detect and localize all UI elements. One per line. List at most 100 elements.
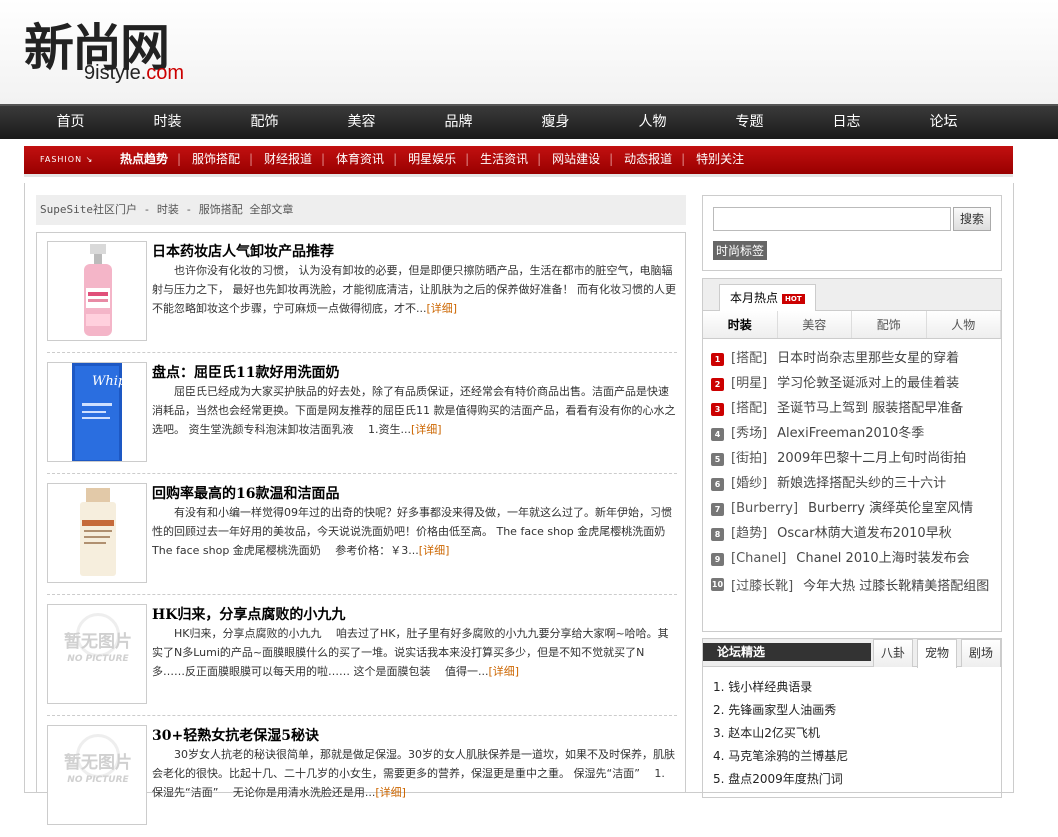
hot-list: 1 [搭配] 日本时尚杂志里那些女星的穿着 2 [明星] 学习伦敦圣诞派对上的最佳着装 … (709, 349, 999, 599)
article-summary: 也许你没有化妆的习惯， 认为没有卸妆的必要，但是即便只擦防晒产品，生活在都市的脏… (152, 261, 677, 318)
hot-list-item[interactable]: 6 [婚纱] 新娘选择搭配头纱的三十六计 (709, 474, 999, 499)
article-title[interactable]: HK归来，分享点腐败的小九九 (152, 604, 345, 624)
read-more-link[interactable]: [详细] (419, 544, 450, 557)
article-summary-text: 有没有和小编一样觉得09年过的出奇的快呢？好多事都没来得及做，一年就这么过了。新… (152, 506, 677, 557)
fashion-label: FASHION ↘ (40, 155, 94, 164)
sub-nav-item[interactable]: 体育资讯 (321, 146, 396, 173)
article-item: 暂无图片 NO PICTURE 30+轻熟女抗老保湿5秘诀 30岁女人抗老的秘诀… (47, 717, 677, 837)
article-item: Whip 盘点：屈臣氏11款好用洗面奶 屈臣氏已经成为大家买护肤品的好去处，除了… (47, 354, 677, 474)
main-nav-item-blog[interactable]: 日志 (798, 106, 895, 139)
no-picture-cn: 暂无图片 (64, 632, 132, 652)
hot-list-item[interactable]: 7 [Burberry] Burberry 演绎英伦皇室风情 (709, 499, 999, 524)
hot-list-item[interactable]: 4 [秀场] AlexiFreeman2010冬季 (709, 424, 999, 449)
face-wash-tube-image: Whip (72, 363, 127, 461)
hot-category-tabs: 时装 美容 配饰 人物 (703, 311, 1001, 339)
rank-badge: 6 (711, 478, 724, 491)
rank-badge: 4 (711, 428, 724, 441)
read-more-link[interactable]: [详细] (375, 786, 406, 799)
search-panel: 搜索 时尚标签 (702, 195, 1002, 271)
sub-nav-item[interactable]: 服饰搭配 (177, 146, 252, 173)
hot-item-tag: [搭配] (731, 401, 768, 416)
main-nav-item-home[interactable]: 首页 (22, 106, 119, 139)
article-summary: 30岁女人抗老的秘诀很简单，那就是做足保湿。30岁的女人肌肤保养是一道坎，如果不… (152, 745, 677, 802)
article-thumbnail[interactable] (47, 241, 147, 341)
read-more-link[interactable]: [详细] (488, 665, 519, 678)
rank-badge: 7 (711, 503, 724, 516)
article-thumbnail[interactable] (47, 483, 147, 583)
main-nav-item-topics[interactable]: 专题 (701, 106, 798, 139)
main-nav-item-beauty[interactable]: 美容 (313, 106, 410, 139)
forum-list-item[interactable]: 3. 赵本山2亿买飞机 (713, 725, 848, 748)
cleanser-bottle-image (80, 488, 116, 576)
hot-item-tag: [婚纱] (731, 476, 768, 491)
search-input[interactable] (713, 207, 951, 231)
main-nav-item-fashion[interactable]: 时装 (119, 106, 216, 139)
tab-gossip[interactable]: 八卦 (873, 639, 913, 667)
forum-list-item[interactable]: 2. 先锋画家型人油画秀 (713, 702, 848, 725)
sub-nav-item[interactable]: 明星娱乐 (393, 146, 468, 173)
hot-list-item[interactable]: 8 [趋势] Oscar林荫大道发布2010早秋 (709, 524, 999, 549)
main-nav-item-slimming[interactable]: 瘦身 (507, 106, 604, 139)
hot-list-item[interactable]: 5 [街拍] 2009年巴黎十二月上旬时尚街拍 (709, 449, 999, 474)
article-thumbnail[interactable]: 暂无图片 NO PICTURE (47, 725, 147, 825)
article-title[interactable]: 日本药妆店人气卸妆产品推荐 (152, 241, 334, 261)
no-picture-placeholder: 暂无图片 NO PICTURE (56, 734, 140, 785)
tab-fashion[interactable]: 时装 (703, 311, 778, 338)
rank-badge: 2 (711, 378, 724, 391)
breadcrumb[interactable]: SupeSite社区门户 - 时装 - 服饰搭配 全部文章 (36, 195, 686, 225)
cleansing-bottle-image (84, 244, 112, 336)
tab-accessories[interactable]: 配饰 (852, 311, 927, 338)
logo-en-suffix: com (146, 62, 185, 84)
hot-list-item[interactable]: 10 [过膝长靴] 今年大热 过膝长靴精美搭配组图 (709, 574, 999, 599)
tab-beauty[interactable]: 美容 (778, 311, 852, 338)
article-summary: 有没有和小编一样觉得09年过的出奇的快呢？好多事都没来得及做，一年就这么过了。新… (152, 503, 677, 560)
forum-panel: 论坛精选 八卦 宠物 剧场 1. 钱小样经典语录 2. 先锋画家型人油画秀 3.… (702, 638, 1002, 798)
hot-item-title: Chanel 2010上海时装发布会 (796, 551, 970, 566)
hot-item-title: Oscar林荫大道发布2010早秋 (777, 526, 952, 541)
article-item: 暂无图片 NO PICTURE HK归来，分享点腐败的小九九 HK归来，分享点腐… (47, 596, 677, 716)
sub-nav-item[interactable]: 热点趋势 (108, 146, 180, 173)
forum-list-item[interactable]: 5. 盘点2009年度热门词 (713, 771, 848, 794)
forum-list-item[interactable]: 4. 马克笔涂鸦的兰博基尼 (713, 748, 848, 771)
hot-list-item[interactable]: 1 [搭配] 日本时尚杂志里那些女星的穿着 (709, 349, 999, 374)
hot-list-item[interactable]: 3 [搭配] 圣诞节马上驾到 服装搭配早准备 (709, 399, 999, 424)
hot-item-tag: [街拍] (731, 451, 768, 466)
no-picture-en: NO PICTURE (67, 654, 129, 664)
article-summary: HK归来，分享点腐败的小九九 咱去过了HK，肚子里有好多腐败的小九九要分享给大家… (152, 624, 677, 681)
read-more-link[interactable]: [详细] (427, 302, 458, 315)
hot-list-item[interactable]: 9 [Chanel] Chanel 2010上海时装发布会 (709, 549, 999, 574)
sub-nav-item[interactable]: 特别关注 (681, 146, 756, 173)
hot-panel-header: 本月热点 HOT (703, 279, 1001, 312)
main-nav-item-brands[interactable]: 品牌 (410, 106, 507, 139)
site-logo[interactable]: 新尚网 9istyle.com (24, 8, 224, 88)
hot-item-tag: [趋势] (731, 526, 768, 541)
search-button[interactable]: 搜索 (953, 207, 991, 231)
rank-badge: 3 (711, 403, 724, 416)
main-nav-item-accessories[interactable]: 配饰 (216, 106, 313, 139)
article-title[interactable]: 30+轻熟女抗老保湿5秘诀 (152, 725, 319, 745)
article-title[interactable]: 回购率最高的16款温和洁面品 (152, 483, 339, 503)
hot-list-item[interactable]: 2 [明星] 学习伦敦圣诞派对上的最佳着装 (709, 374, 999, 399)
main-nav-item-forum[interactable]: 论坛 (895, 106, 992, 139)
forum-list: 1. 钱小样经典语录 2. 先锋画家型人油画秀 3. 赵本山2亿买飞机 4. 马… (713, 679, 848, 794)
hot-item-tag: [明星] (731, 376, 768, 391)
fashion-tags-link[interactable]: 时尚标签 (713, 241, 768, 260)
forum-list-item[interactable]: 1. 钱小样经典语录 (713, 679, 848, 702)
article-thumbnail[interactable]: 暂无图片 NO PICTURE (47, 604, 147, 704)
main-nav-item-people[interactable]: 人物 (604, 106, 701, 139)
article-thumbnail[interactable]: Whip (47, 362, 147, 462)
read-more-link[interactable]: [详细] (411, 423, 442, 436)
hot-item-title: 今年大热 过膝长靴精美搭配组图 (803, 579, 990, 594)
tab-pets[interactable]: 宠物 (917, 639, 957, 668)
article-title[interactable]: 盘点：屈臣氏11款好用洗面奶 (152, 362, 339, 382)
rank-badge: 8 (711, 528, 724, 541)
tab-people[interactable]: 人物 (927, 311, 1001, 338)
sub-nav-item[interactable]: 网站建设 (537, 146, 612, 173)
sub-nav-item[interactable]: 生活资讯 (465, 146, 540, 173)
forum-panel-header: 论坛精选 八卦 宠物 剧场 (703, 639, 1001, 668)
sub-nav-item[interactable]: 动态报道 (609, 146, 684, 173)
svg-text:Whip: Whip (92, 374, 127, 389)
tab-theater[interactable]: 剧场 (961, 639, 1001, 667)
sub-nav-item[interactable]: 财经报道 (249, 146, 324, 173)
tab-hot-this-month[interactable]: 本月热点 HOT (719, 284, 816, 312)
